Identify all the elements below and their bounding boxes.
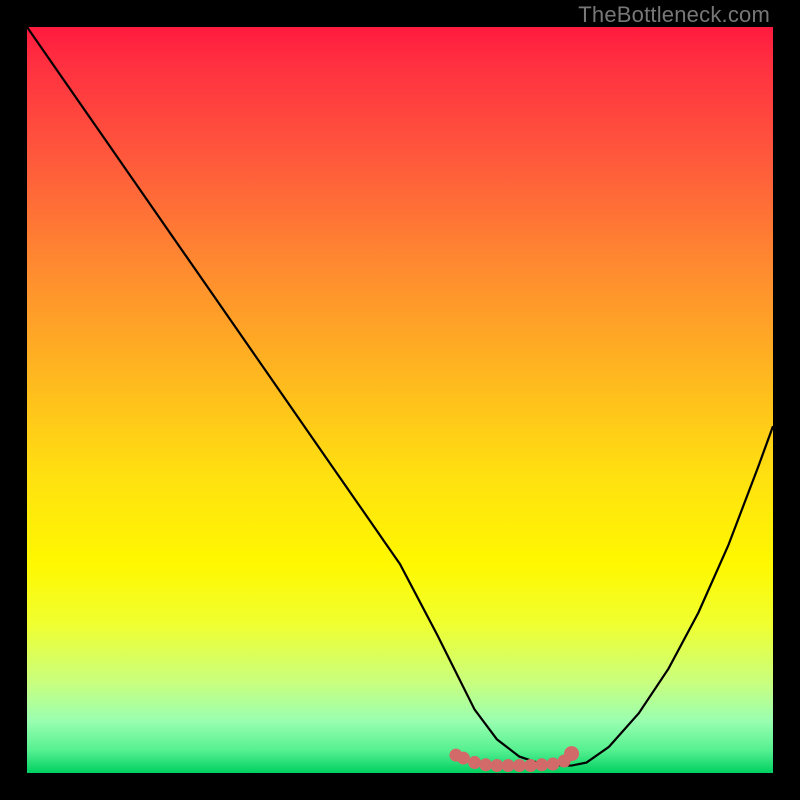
bottleneck-curve [27,27,773,766]
minimum-marker [468,756,481,769]
minimum-markers [449,746,579,772]
chart-area [27,27,773,773]
curve-plot [27,27,773,773]
minimum-marker [535,758,548,771]
minimum-marker [513,759,526,772]
minimum-marker [490,759,503,772]
minimum-marker [457,752,470,765]
minimum-marker [479,758,492,771]
minimum-marker [564,746,579,761]
watermark-text: TheBottleneck.com [578,2,770,28]
minimum-marker [502,759,515,772]
minimum-marker [524,759,537,772]
minimum-marker [546,758,559,771]
